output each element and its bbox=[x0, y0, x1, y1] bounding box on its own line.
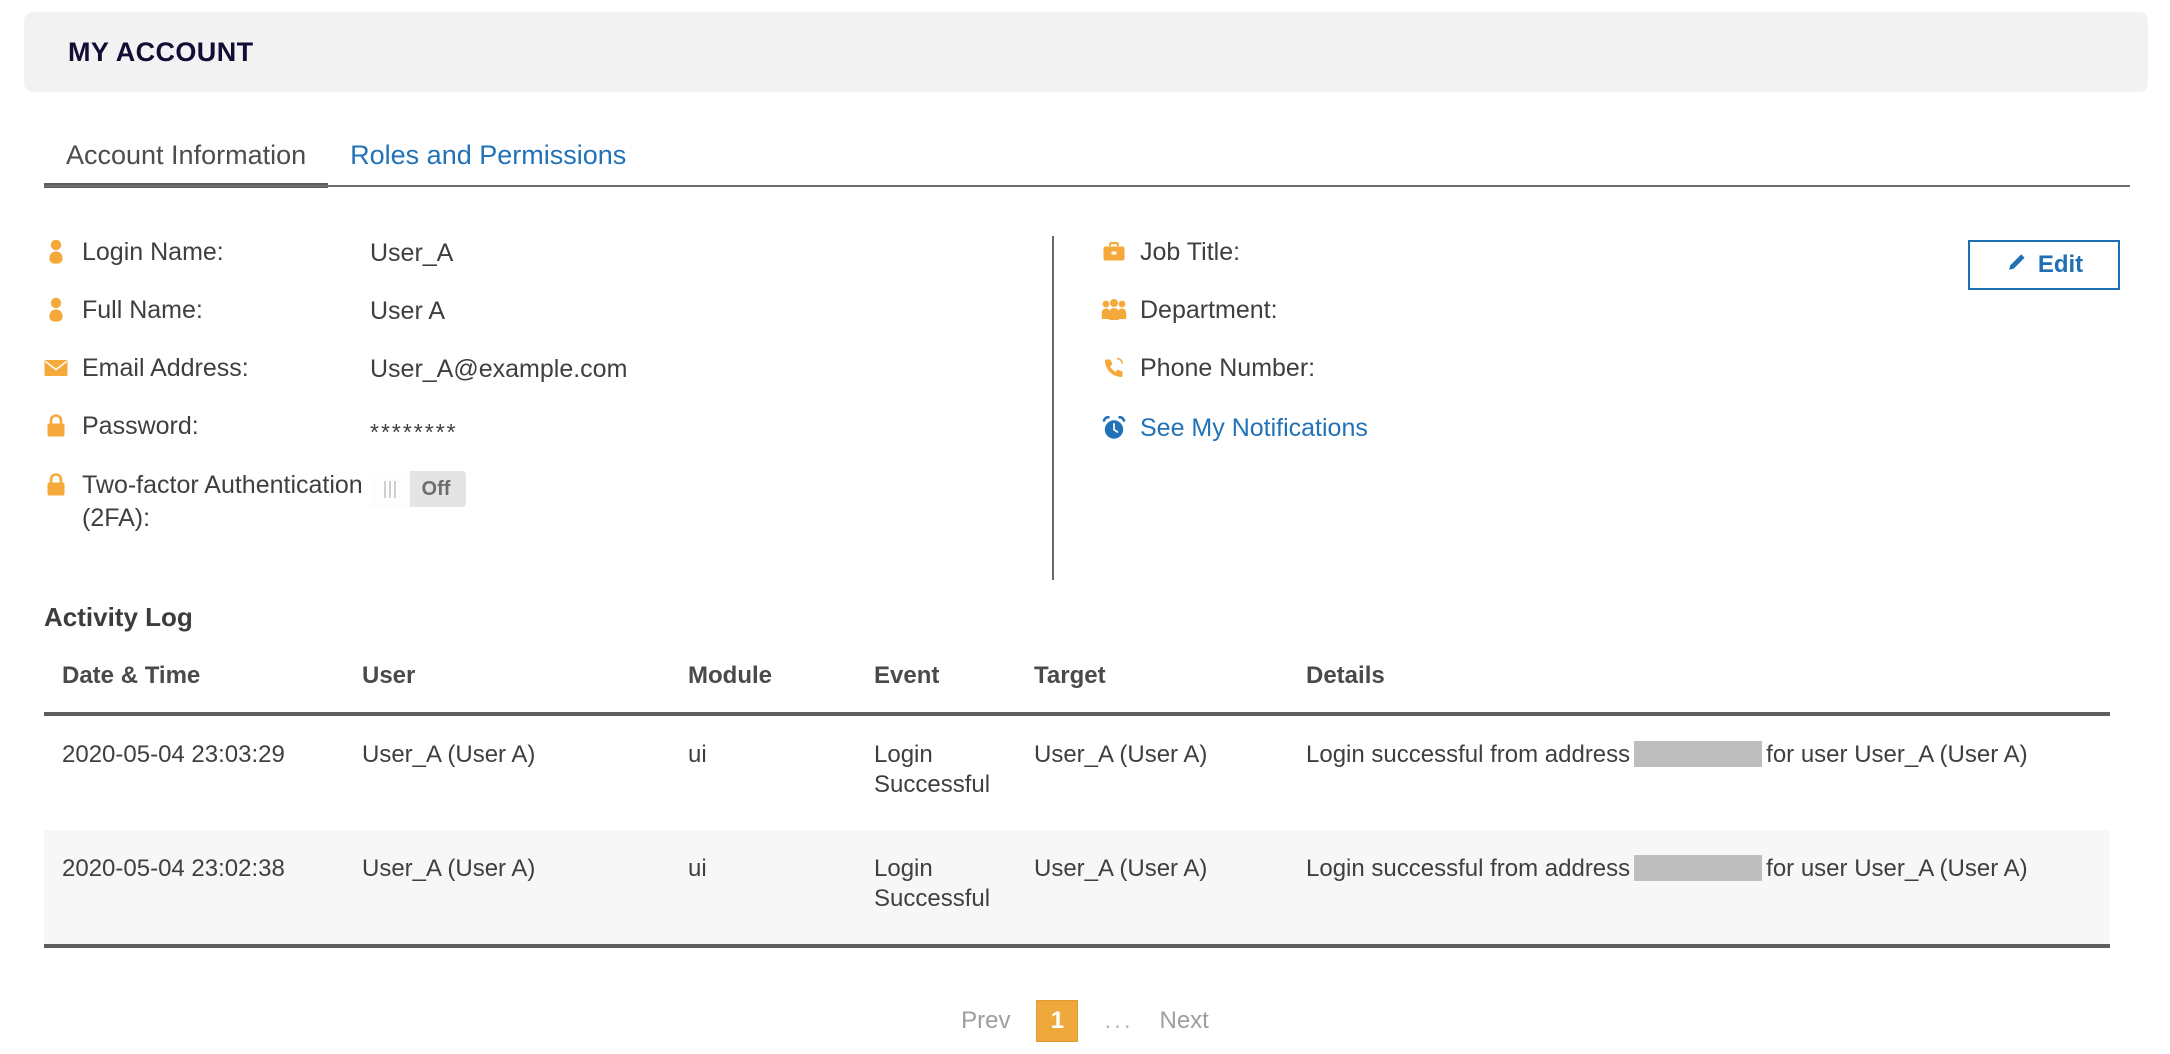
cell-module: ui bbox=[670, 830, 856, 946]
field-label: Password: bbox=[82, 410, 370, 443]
field-label: Phone Number: bbox=[1140, 352, 1428, 385]
toggle-state-label: Off bbox=[410, 478, 466, 501]
column-header-target[interactable]: Target bbox=[1016, 662, 1288, 714]
field-value: User A bbox=[370, 294, 445, 328]
field-value: ******** bbox=[370, 410, 458, 447]
column-header-user[interactable]: User bbox=[344, 662, 670, 714]
field-value: User_A@example.com bbox=[370, 352, 627, 386]
pagination-prev[interactable]: Prev bbox=[961, 1007, 1010, 1035]
details-prefix: Login successful from address bbox=[1306, 741, 1630, 768]
notifications-row: See My Notifications bbox=[1100, 410, 1800, 446]
field-label: Email Address: bbox=[82, 352, 370, 385]
details-suffix: for user User_A (User A) bbox=[1766, 855, 2027, 882]
cell-datetime: 2020-05-04 23:02:38 bbox=[44, 830, 344, 946]
lock-icon bbox=[42, 469, 70, 501]
column-header-event[interactable]: Event bbox=[856, 662, 1016, 714]
briefcase-icon bbox=[1100, 236, 1128, 268]
table-row: 2020-05-04 23:03:29 User_A (User A) ui L… bbox=[44, 714, 2110, 830]
field-value: User_A bbox=[370, 236, 453, 270]
cell-user: User_A (User A) bbox=[344, 830, 670, 946]
pencil-icon bbox=[2005, 252, 2027, 279]
details-suffix: for user User_A (User A) bbox=[1766, 741, 2027, 768]
edit-button[interactable]: Edit bbox=[1968, 240, 2120, 290]
field-label: Two-factor Authentication (2FA): bbox=[82, 469, 370, 535]
redacted-address bbox=[1634, 741, 1762, 767]
field-two-factor-authentication: Two-factor Authentication (2FA): Off bbox=[42, 469, 1022, 535]
phone-icon bbox=[1100, 352, 1128, 384]
field-login-name: Login Name: User_A bbox=[42, 236, 1022, 272]
see-my-notifications-link[interactable]: See My Notifications bbox=[1140, 414, 1368, 443]
tab-roles-and-permissions[interactable]: Roles and Permissions bbox=[328, 142, 648, 188]
pagination-page-1[interactable]: 1 bbox=[1036, 1000, 1078, 1042]
account-left-column: Login Name: User_A Full Name: User A Ema… bbox=[42, 236, 1022, 557]
activity-log-table: Date & Time User Module Event Target Det… bbox=[44, 662, 2110, 948]
people-icon bbox=[1100, 294, 1128, 326]
cell-target: User_A (User A) bbox=[1016, 714, 1288, 830]
field-phone-number: Phone Number: bbox=[1100, 352, 1800, 388]
alarm-clock-icon bbox=[1100, 412, 1128, 444]
edit-button-label: Edit bbox=[2038, 251, 2083, 279]
envelope-icon bbox=[42, 352, 70, 384]
column-header-details[interactable]: Details bbox=[1288, 662, 2110, 714]
toggle-knob bbox=[370, 471, 410, 507]
field-full-name: Full Name: User A bbox=[42, 294, 1022, 330]
pagination-ellipsis[interactable]: ... bbox=[1104, 1007, 1133, 1035]
field-password: Password: ******** bbox=[42, 410, 1022, 447]
tab-account-information[interactable]: Account Information bbox=[44, 142, 328, 188]
cell-details: Login successful from address for user Us… bbox=[1288, 714, 2110, 830]
cell-details: Login successful from address for user Us… bbox=[1288, 830, 2110, 946]
account-right-column: Job Title: Department: Phone Number: See… bbox=[1100, 236, 1800, 468]
table-row: 2020-05-04 23:02:38 User_A (User A) ui L… bbox=[44, 830, 2110, 946]
cell-event: Login Successful bbox=[856, 830, 1016, 946]
tab-bar: Account Information Roles and Permission… bbox=[0, 132, 2170, 192]
column-header-datetime[interactable]: Date & Time bbox=[44, 662, 344, 714]
cell-target: User_A (User A) bbox=[1016, 830, 1288, 946]
account-information-section: Login Name: User_A Full Name: User A Ema… bbox=[0, 236, 2170, 584]
details-prefix: Login successful from address bbox=[1306, 855, 1630, 882]
user-icon bbox=[42, 236, 70, 268]
field-department: Department: bbox=[1100, 294, 1800, 330]
page-header: MY ACCOUNT bbox=[24, 12, 2148, 92]
table-header-row: Date & Time User Module Event Target Det… bbox=[44, 662, 2110, 714]
field-job-title: Job Title: bbox=[1100, 236, 1800, 272]
column-header-module[interactable]: Module bbox=[670, 662, 856, 714]
pagination: Prev 1 ... Next bbox=[0, 1000, 2170, 1042]
column-divider bbox=[1052, 236, 1054, 580]
page-title: MY ACCOUNT bbox=[24, 37, 254, 68]
activity-log-title: Activity Log bbox=[44, 602, 193, 633]
field-label: Job Title: bbox=[1140, 236, 1428, 269]
pagination-next[interactable]: Next bbox=[1160, 1007, 1209, 1035]
redacted-address bbox=[1634, 855, 1762, 881]
cell-event: Login Successful bbox=[856, 714, 1016, 830]
cell-module: ui bbox=[670, 714, 856, 830]
cell-datetime: 2020-05-04 23:03:29 bbox=[44, 714, 344, 830]
field-email-address: Email Address: User_A@example.com bbox=[42, 352, 1022, 388]
field-label: Full Name: bbox=[82, 294, 370, 327]
lock-icon bbox=[42, 410, 70, 442]
two-factor-toggle[interactable]: Off bbox=[370, 471, 466, 507]
tab-bottom-rule bbox=[44, 185, 2130, 187]
user-icon bbox=[42, 294, 70, 326]
field-label: Department: bbox=[1140, 294, 1428, 327]
field-label: Login Name: bbox=[82, 236, 370, 269]
cell-user: User_A (User A) bbox=[344, 714, 670, 830]
